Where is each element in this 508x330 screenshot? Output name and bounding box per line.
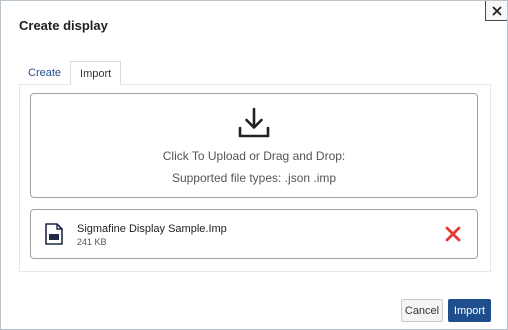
uploaded-file-card: Sigmafine Display Sample.Imp 241 KB	[30, 209, 478, 259]
cancel-button[interactable]: Cancel	[401, 299, 443, 322]
dialog-title: Create display	[19, 18, 108, 33]
supported-file-types: Supported file types: .json .imp	[171, 171, 337, 185]
import-button[interactable]: Import	[448, 299, 491, 322]
tab-create[interactable]: Create	[19, 61, 70, 85]
remove-file-icon[interactable]	[445, 226, 461, 242]
tab-import[interactable]: Import	[70, 61, 122, 85]
tab-bar: Create Import	[19, 61, 122, 85]
file-icon	[45, 223, 63, 245]
file-name: Sigmafine Display Sample.Imp	[77, 223, 227, 235]
close-button[interactable]	[485, 1, 507, 21]
close-icon	[491, 5, 502, 16]
dropzone-instruction: Click To Upload or Drag and Drop:	[162, 149, 346, 163]
upload-icon	[238, 107, 270, 138]
upload-dropzone[interactable]: Click To Upload or Drag and Drop: Suppor…	[30, 93, 478, 198]
file-size: 241 KB	[77, 237, 107, 247]
